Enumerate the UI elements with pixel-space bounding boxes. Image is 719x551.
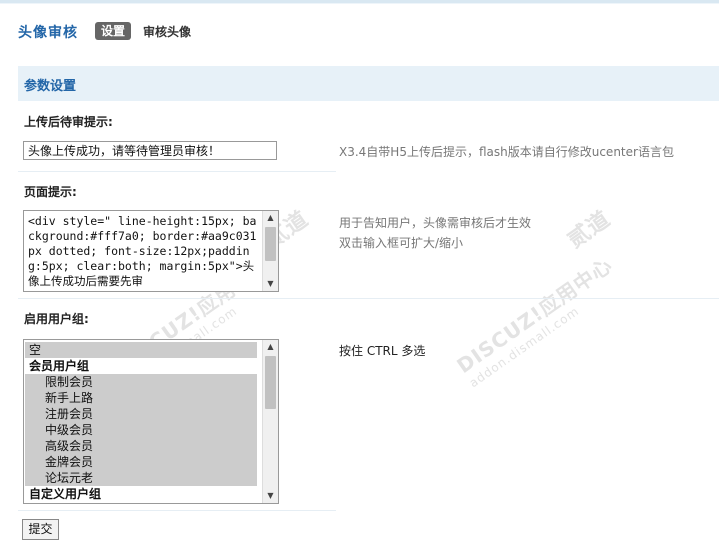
watermark-brand: DISCUZ!应用中心: [452, 252, 617, 378]
listbox-options: 空会员用户组 限制会员 新手上路 注册会员 中级会员 高级会员 金牌会员 论坛元老 自定义用户组: [25, 342, 257, 502]
submit-button[interactable]: 提交: [22, 519, 59, 540]
section-title: 参数设置: [24, 79, 77, 94]
upload-prompt-label: 上传后待审提示:: [24, 115, 113, 129]
upload-prompt-input[interactable]: [23, 141, 277, 160]
scrollbar-thumb[interactable]: [265, 227, 276, 261]
listbox-option[interactable]: 论坛元老: [25, 470, 257, 486]
listbox-option[interactable]: 中级会员: [25, 422, 257, 438]
user-groups-label: 启用用户组:: [24, 312, 89, 326]
user-groups-hint: 按住 CTRL 多选: [339, 344, 426, 358]
page-prompt-hint-2: 双击输入框可扩大/缩小: [339, 236, 464, 250]
listbox-option[interactable]: 新手上路: [25, 390, 257, 406]
divider: [18, 510, 336, 511]
top-border: [0, 0, 719, 4]
section-header: 参数设置: [18, 66, 719, 101]
listbox-option[interactable]: 限制会员: [25, 374, 257, 390]
textarea-scrollbar[interactable]: ▲ ▼: [262, 211, 278, 291]
listbox-option[interactable]: 注册会员: [25, 406, 257, 422]
listbox-option[interactable]: 空: [25, 342, 257, 358]
watermark-2: DISCUZ!应用中心 addon.dismall.com: [450, 249, 625, 390]
page-prompt-hint-1: 用于告知用户，头像需审核后才生效: [339, 216, 532, 230]
listbox-option[interactable]: 高级会员: [25, 438, 257, 454]
user-groups-listbox[interactable]: 空会员用户组 限制会员 新手上路 注册会员 中级会员 高级会员 金牌会员 论坛元老 自定义用户组…: [23, 339, 279, 504]
upload-prompt-hint: X3.4自带H5上传后提示，flash版本请自行修改ucenter语言包: [339, 145, 674, 159]
listbox-group-header[interactable]: 会员用户组: [25, 358, 257, 374]
listbox-group-header[interactable]: 自定义用户组: [25, 486, 257, 502]
scroll-down-arrow-icon[interactable]: ▼: [263, 489, 278, 503]
page-title: 头像审核: [18, 25, 78, 41]
scroll-up-arrow-icon[interactable]: ▲: [263, 211, 278, 225]
divider: [18, 171, 336, 172]
tab-settings[interactable]: 设置: [95, 22, 132, 40]
watermark-tag-2: 贰道: [563, 206, 616, 254]
divider: [18, 298, 719, 299]
listbox-scrollbar[interactable]: ▲ ▼: [262, 340, 278, 503]
listbox-option[interactable]: 金牌会员: [25, 454, 257, 470]
scroll-up-arrow-icon[interactable]: ▲: [263, 340, 278, 354]
tab-review-avatar[interactable]: 审核头像: [143, 23, 191, 41]
page-prompt-text: <div style=" line-height:15px; backgroun…: [28, 214, 257, 288]
scroll-down-arrow-icon[interactable]: ▼: [263, 277, 278, 291]
scrollbar-thumb[interactable]: [265, 356, 276, 409]
page-prompt-label: 页面提示:: [24, 185, 77, 199]
page-prompt-textarea[interactable]: <div style=" line-height:15px; backgroun…: [23, 210, 279, 292]
